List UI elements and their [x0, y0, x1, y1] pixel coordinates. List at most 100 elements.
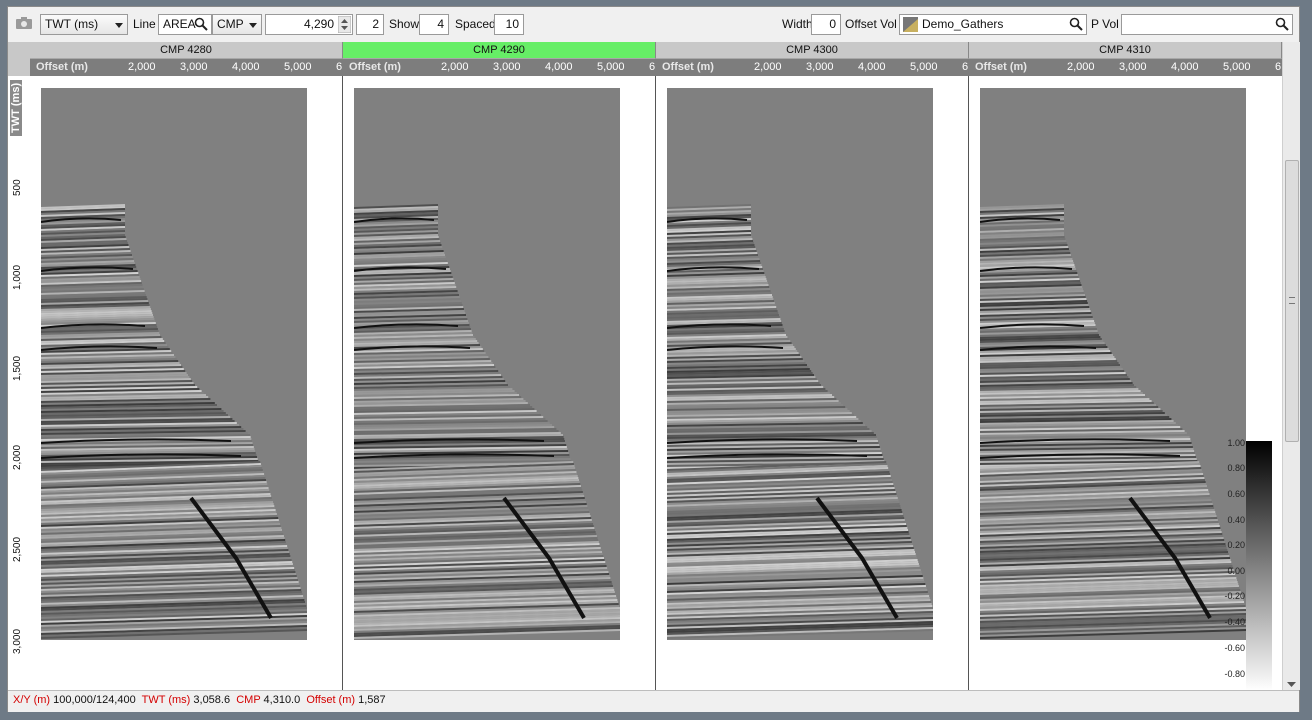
line-type-field[interactable]: AREA [158, 14, 212, 35]
gather-panel-2[interactable] [343, 76, 656, 690]
seismic-gather-image[interactable] [41, 88, 307, 640]
show-label: Show [389, 17, 420, 31]
key-value-spinbox[interactable]: 4,290 [265, 14, 353, 35]
offset-axis-label: Offset (m) [36, 61, 88, 73]
gather-panel-3[interactable] [656, 76, 969, 690]
line-label: Line [133, 17, 156, 31]
offset-vol-value: Demo_Gathers [922, 17, 1004, 31]
cmp-label: CMP [236, 694, 261, 706]
toolbar: TWT (ms) Line AREA CMP 4,290 2 Show 4 Sp… [8, 7, 1299, 43]
gather-header-2[interactable]: CMP 4290 [343, 42, 656, 59]
domain-select[interactable]: TWT (ms) [40, 14, 128, 35]
twt-axis-label: TWT (ms) [10, 79, 22, 136]
colorbar-gradient [1246, 441, 1272, 691]
offset-tick: 2,000 [754, 61, 782, 73]
offset-tick: 5,000 [284, 61, 312, 73]
gather-header-4[interactable]: CMP 4310 [969, 42, 1282, 59]
colorbar-label: 0.80 [1227, 463, 1245, 473]
offset-tick: 6 [336, 61, 343, 73]
axis-corner [8, 42, 31, 76]
offset-tick: 6 [962, 61, 969, 73]
search-icon[interactable] [1275, 17, 1289, 31]
search-icon[interactable] [194, 17, 208, 31]
gather-title: CMP 4300 [786, 44, 838, 56]
seismic-gather-image[interactable] [980, 88, 1246, 640]
gather-title: CMP 4310 [1099, 44, 1151, 56]
scrollbar-thumb[interactable] [1285, 160, 1299, 442]
gather-header-1[interactable]: CMP 4280 [30, 42, 343, 59]
offset-tick: 2,000 [441, 61, 469, 73]
search-icon[interactable] [1069, 17, 1083, 31]
show-field[interactable]: 4 [419, 14, 449, 35]
offset-tick: 5,000 [1223, 61, 1251, 73]
offset-tick: 3,000 [1119, 61, 1147, 73]
offset-axis-1: Offset (m) 2,000 3,000 4,000 5,000 6 [30, 59, 343, 76]
offset-axis-3: Offset (m) 2,000 3,000 4,000 5,000 6 [656, 59, 969, 76]
seismic-gather-image[interactable] [667, 88, 933, 640]
increment-value: 2 [372, 17, 379, 31]
amplitude-colorbar: 1.00 0.80 0.60 0.40 0.20 0.00 -0.20 -0.4… [1223, 438, 1275, 691]
status-bar: X/Y (m) 100,000/124,400 TWT (ms) 3,058.6… [8, 690, 1299, 712]
colorbar-label: 1.00 [1227, 438, 1245, 448]
gather-header-3[interactable]: CMP 4300 [656, 42, 969, 59]
line-type-value: AREA [163, 17, 196, 31]
twt-tick: 500 [12, 179, 23, 196]
offset-tick: 4,000 [232, 61, 260, 73]
colorbar-label: 0.40 [1227, 515, 1245, 525]
chevron-down-icon[interactable] [1287, 682, 1296, 688]
volume-icon [903, 17, 918, 32]
offset-axis-label: Offset (m) [975, 61, 1027, 73]
pvol-label: P Vol [1091, 17, 1119, 31]
width-label: Width [782, 17, 813, 31]
offset-tick: 4,000 [545, 61, 573, 73]
domain-select-value: TWT (ms) [45, 17, 99, 31]
offset-tick: 2,000 [128, 61, 156, 73]
colorbar-label: -0.20 [1224, 591, 1245, 601]
offset-value: 1,587 [358, 694, 386, 706]
camera-icon[interactable] [16, 17, 32, 29]
spaced-label: Spaced [455, 17, 496, 31]
twt-axis: TWT (ms) 500 1,000 1,500 2,000 2,500 3,0… [8, 76, 31, 690]
offset-tick: 5,000 [597, 61, 625, 73]
cmp-value: 4,310.0 [263, 694, 301, 706]
twt-value: 3,058.6 [193, 694, 231, 706]
key-select[interactable]: CMP [212, 14, 262, 35]
colorbar-label: -0.60 [1224, 643, 1245, 653]
pvol-field[interactable] [1121, 14, 1293, 35]
gather-title: CMP 4290 [473, 44, 525, 56]
offset-tick: 6 [1275, 61, 1282, 73]
width-value: 0 [829, 17, 836, 31]
twt-tick: 2,000 [12, 444, 23, 470]
gather-viewer-window: TWT (ms) Line AREA CMP 4,290 2 Show 4 Sp… [7, 6, 1300, 712]
offset-tick: 4,000 [858, 61, 886, 73]
increment-field[interactable]: 2 [356, 14, 384, 35]
twt-tick: 2,500 [12, 536, 23, 562]
offset-vol-field[interactable]: Demo_Gathers [899, 14, 1087, 35]
spaced-field[interactable]: 10 [494, 14, 524, 35]
show-value: 4 [437, 17, 444, 31]
offset-label: Offset (m) [306, 694, 356, 706]
width-field[interactable]: 0 [811, 14, 841, 35]
chevron-down-icon [249, 23, 257, 28]
offset-tick: 5,000 [910, 61, 938, 73]
colorbar-label: -0.80 [1224, 669, 1245, 679]
key-select-value: CMP [217, 17, 244, 31]
offset-tick: 3,000 [180, 61, 208, 73]
gather-title: CMP 4280 [160, 44, 212, 56]
twt-tick: 1,500 [12, 355, 23, 381]
twt-tick: 1,000 [12, 264, 23, 290]
twt-tick: 3,000 [12, 628, 23, 654]
spin-arrows-icon[interactable] [338, 16, 351, 33]
offset-axis-label: Offset (m) [662, 61, 714, 73]
xy-value: 100,000/124,400 [53, 694, 136, 706]
seismic-gather-image[interactable] [354, 88, 620, 640]
offset-tick: 3,000 [493, 61, 521, 73]
offset-axis-label: Offset (m) [349, 61, 401, 73]
vertical-scrollbar[interactable] [1282, 42, 1300, 690]
grip-icon [1289, 297, 1295, 304]
offset-tick: 4,000 [1171, 61, 1199, 73]
colorbar-label: 0.20 [1227, 540, 1245, 550]
xy-label: X/Y (m) [13, 694, 51, 706]
offset-axis-2: Offset (m) 2,000 3,000 4,000 5,000 6 [343, 59, 656, 76]
gather-panel-1[interactable] [30, 76, 343, 690]
